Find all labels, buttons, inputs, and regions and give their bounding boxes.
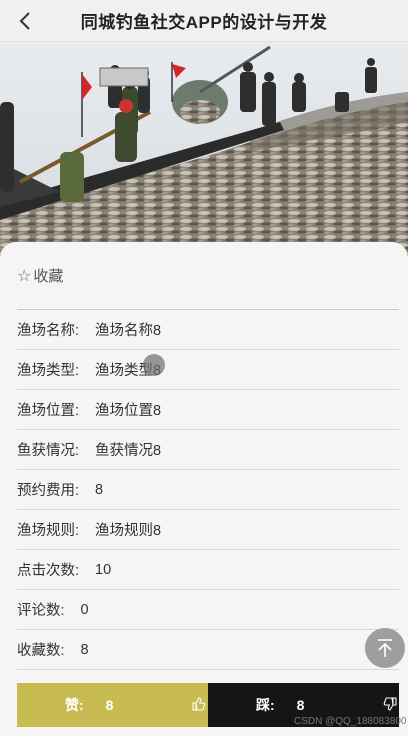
detail-value: 渔场规则8: [95, 523, 162, 539]
detail-row-fishery-rules: 渔场规则: 渔场规则8: [17, 510, 399, 550]
detail-value: 渔场名称8: [95, 323, 162, 339]
like-button[interactable]: 赞: 8: [17, 683, 208, 727]
back-button[interactable]: [10, 6, 40, 36]
app-header: 同城钓鱼社交APP的设计与开发: [0, 0, 408, 42]
detail-row-fishery-type: 渔场类型: 渔场类型8: [17, 350, 399, 390]
detail-value: 渔场位置8: [95, 403, 162, 419]
detail-value: 8: [80, 641, 89, 658]
detail-row-favorite-count: 收藏数: 8: [17, 630, 399, 670]
like-count: 8: [105, 697, 114, 713]
detail-row-click-count: 点击次数: 10: [17, 550, 399, 590]
detail-value: 8: [95, 481, 104, 498]
thumbs-down-icon: [383, 697, 397, 711]
detail-label: 渔场规则:: [17, 523, 80, 539]
scroll-to-top-button[interactable]: [365, 628, 405, 668]
detail-label: 渔场名称:: [17, 323, 80, 339]
detail-row-fishery-name: 渔场名称: 渔场名称8: [17, 310, 399, 350]
detail-label: 收藏数:: [17, 643, 65, 659]
detail-label: 鱼获情况:: [17, 443, 80, 459]
fishery-detail-card: ☆ 收藏 渔场名称: 渔场名称8 渔场类型: 渔场类型8 渔场位置: 渔场位置8…: [0, 242, 408, 736]
star-outline-icon: ☆: [17, 267, 32, 285]
thumbs-up-icon: [192, 697, 206, 711]
detail-row-booking-fee: 预约费用: 8: [17, 470, 399, 510]
detail-value: 鱼获情况8: [95, 443, 162, 459]
detail-label: 预约费用:: [17, 483, 80, 499]
chevron-left-icon: [19, 12, 30, 30]
detail-label: 渔场类型:: [17, 363, 80, 379]
detail-label: 评论数:: [17, 603, 65, 619]
dislike-count: 8: [296, 697, 305, 713]
detail-row-comment-count: 评论数: 0: [17, 590, 399, 630]
detail-label: 渔场位置:: [17, 403, 80, 419]
arrow-up-to-top-icon: [378, 639, 392, 657]
detail-row-catch-status: 鱼获情况: 鱼获情况8: [17, 430, 399, 470]
like-label: 赞:: [65, 697, 84, 713]
fishery-hero-image: [0, 42, 408, 260]
touch-cursor-indicator: [143, 354, 165, 376]
page-title: 同城钓鱼社交APP的设计与开发: [80, 13, 328, 32]
watermark-text: CSDN @QQ_188083800: [294, 716, 407, 727]
favorite-label: 收藏: [33, 268, 64, 285]
favorite-toggle[interactable]: ☆ 收藏: [17, 242, 399, 310]
detail-label: 点击次数:: [17, 563, 80, 579]
detail-value: 0: [80, 601, 89, 618]
dislike-label: 踩:: [256, 697, 275, 713]
detail-row-fishery-location: 渔场位置: 渔场位置8: [17, 390, 399, 430]
detail-value: 10: [95, 561, 112, 578]
